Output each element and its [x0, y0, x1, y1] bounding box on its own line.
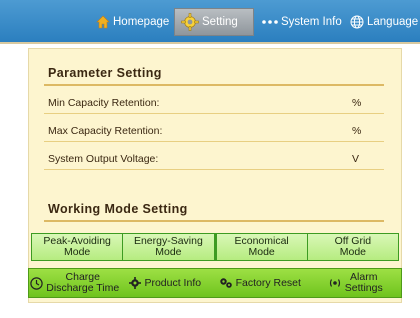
mode-energy-saving-button[interactable]: Energy-Saving Mode	[123, 233, 215, 261]
globe-icon	[350, 15, 364, 29]
mode-label: Peak-Avoiding Mode	[43, 236, 111, 258]
param-row-min-capacity[interactable]: Min Capacity Retention: %	[44, 92, 384, 114]
clock-icon	[30, 276, 43, 290]
nav-setting[interactable]: Setting	[174, 8, 254, 36]
nav-homepage-label: Homepage	[113, 16, 170, 28]
mode-label: Off Grid Mode	[335, 236, 372, 258]
param-row-output-voltage[interactable]: System Output Voltage: V	[44, 148, 384, 170]
mode-label-line2: Mode	[63, 246, 91, 258]
charge-label-line2: Discharge Time	[46, 282, 120, 294]
param-unit: %	[352, 97, 362, 109]
param-row-max-capacity[interactable]: Max Capacity Retention: %	[44, 120, 384, 142]
charge-discharge-label: Charge Discharge Time	[46, 272, 119, 294]
factory-reset-label: Factory Reset	[235, 277, 301, 289]
nav-language[interactable]: Language	[350, 10, 418, 34]
product-info-button[interactable]: Product Info	[121, 269, 211, 297]
working-mode-title: Working Mode Setting	[48, 202, 188, 216]
param-label: Min Capacity Retention:	[48, 97, 160, 109]
param-unit: %	[352, 125, 362, 137]
bottom-action-bar: Charge Discharge Time Product Info Facto…	[28, 268, 402, 298]
nav-system-info-label: System Info	[281, 16, 342, 28]
mode-economical-button[interactable]: Economical Mode	[214, 233, 308, 261]
gear-icon	[129, 277, 142, 289]
param-unit: V	[352, 153, 360, 165]
settings-panel	[28, 48, 402, 303]
gears-icon	[219, 277, 233, 289]
dots-icon	[262, 19, 278, 25]
mode-peak-avoiding-button[interactable]: Peak-Avoiding Mode	[31, 233, 124, 261]
param-label: Max Capacity Retention:	[48, 125, 163, 137]
mode-off-grid-button[interactable]: Off Grid Mode	[307, 233, 399, 261]
mode-label-line2: Mode	[248, 246, 275, 258]
alarm-label-line2: Settings	[344, 282, 383, 294]
alarm-settings-label: Alarm Settings	[345, 272, 383, 294]
gear-icon	[181, 13, 199, 31]
mode-label-line2: Mode	[339, 246, 366, 258]
nav-homepage[interactable]: Homepage	[96, 10, 169, 34]
nav-language-label: Language	[367, 16, 419, 28]
alarm-settings-button[interactable]: Alarm Settings	[310, 269, 402, 297]
nav-system-info[interactable]: System Info	[262, 10, 342, 34]
section-divider	[44, 220, 384, 222]
section-divider	[44, 84, 384, 86]
parameter-setting-title: Parameter Setting	[48, 66, 162, 80]
mode-label: Economical Mode	[234, 236, 288, 258]
product-info-label: Product Info	[144, 277, 202, 289]
working-mode-selector: Peak-Avoiding Mode Energy-Saving Mode Ec…	[31, 233, 399, 261]
mode-label-line2: Mode	[155, 246, 182, 258]
nav-setting-label: Setting	[202, 16, 238, 28]
alarm-icon	[328, 278, 342, 288]
param-label: System Output Voltage:	[48, 153, 159, 165]
mode-label: Energy-Saving Mode	[134, 236, 203, 258]
top-nav-bar: Homepage Setting System Info Language	[0, 0, 420, 44]
charge-discharge-time-button[interactable]: Charge Discharge Time	[29, 269, 121, 297]
home-icon	[96, 15, 110, 29]
factory-reset-button[interactable]: Factory Reset	[210, 269, 309, 297]
